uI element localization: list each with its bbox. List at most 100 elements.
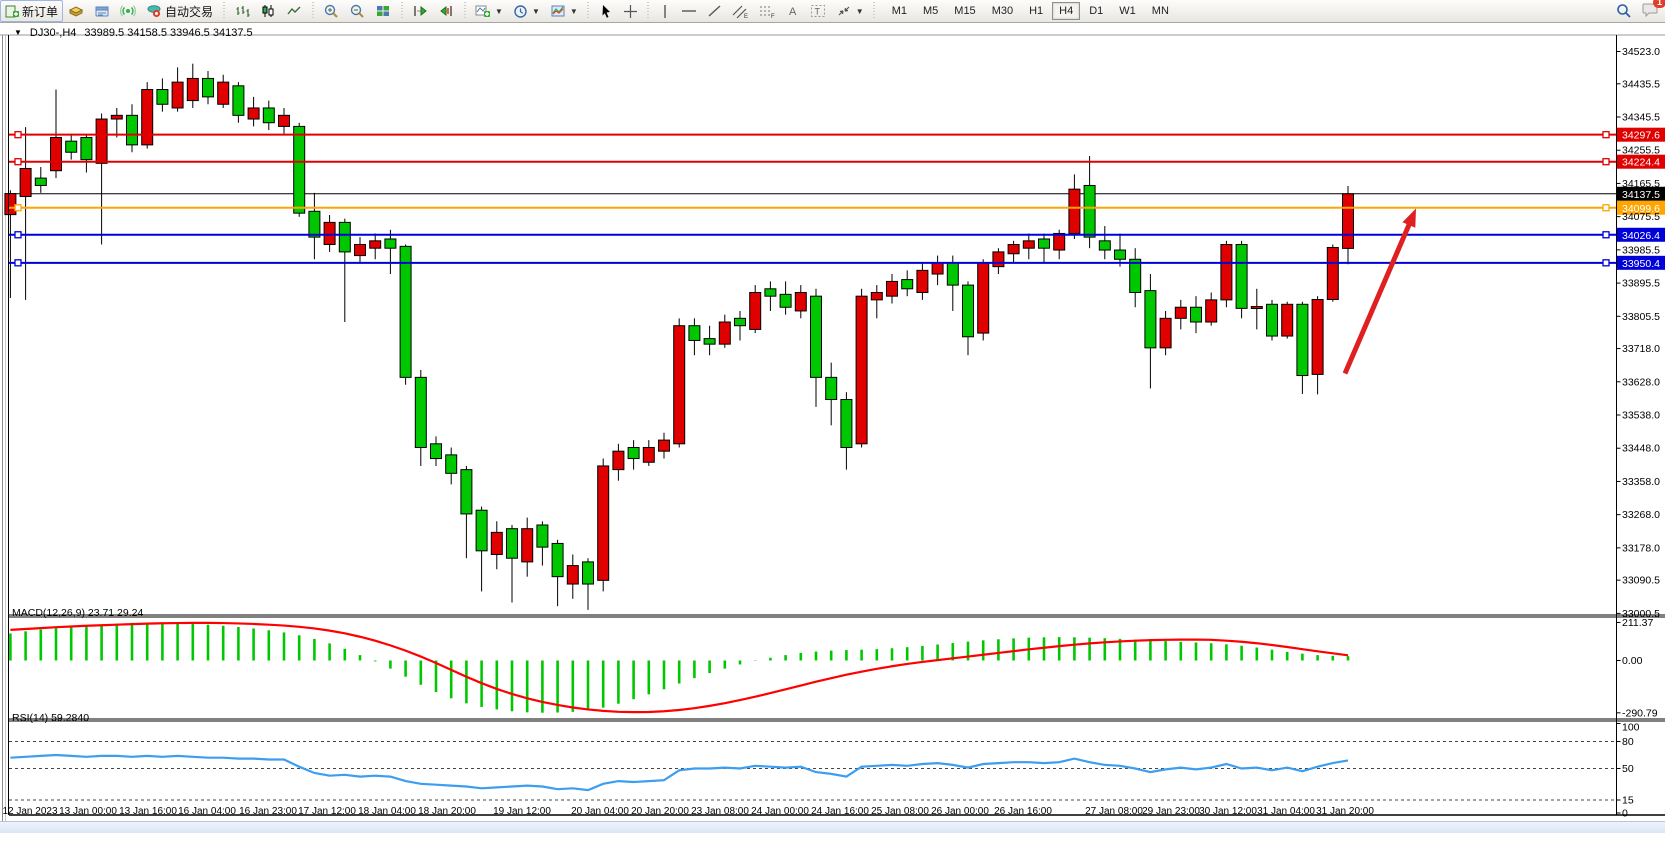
candle (187, 78, 198, 100)
tile-windows-button[interactable] (370, 0, 396, 22)
chart-symbol: DJ30-,H4 (30, 27, 76, 39)
auto-trading-icon (146, 4, 162, 18)
auto-scroll-button[interactable] (407, 0, 433, 22)
chart-shift-button[interactable] (433, 0, 459, 22)
candle (1312, 300, 1323, 375)
price-tick-label: 33358.0 (1622, 476, 1660, 488)
candle (583, 562, 594, 584)
timeframe-d1[interactable]: D1 (1082, 2, 1110, 20)
line-chart-button[interactable] (281, 0, 307, 22)
level-handle[interactable] (1603, 260, 1609, 266)
chart-dropdown-icon[interactable]: ▼ (14, 28, 22, 39)
price-tick-label: 33805.5 (1622, 311, 1660, 323)
channel-icon: E (732, 4, 749, 19)
candle (978, 263, 989, 333)
candle (887, 281, 898, 296)
time-axis-label: 20 Jan 20:00 (631, 806, 689, 817)
price-level-badge-text: 34026.4 (1622, 230, 1660, 242)
text-button[interactable]: A (781, 0, 805, 22)
zoom-in-button[interactable] (318, 0, 344, 22)
candle (1099, 241, 1110, 250)
timeframe-w1[interactable]: W1 (1112, 2, 1143, 20)
fibonacci-button[interactable]: F (754, 0, 781, 22)
level-handle[interactable] (15, 132, 21, 138)
candle (1251, 307, 1262, 309)
candle (385, 239, 396, 248)
level-handle[interactable] (15, 159, 21, 165)
timeframe-h1[interactable]: H1 (1022, 2, 1050, 20)
candle (1282, 304, 1293, 336)
notifications-button[interactable]: 1 (1642, 2, 1659, 20)
candle (1069, 189, 1080, 233)
candle (218, 82, 229, 104)
time-axis-label: 16 Jan 04:00 (178, 806, 236, 817)
chart-window[interactable]: 34297.634224.434137.534099.634026.433950… (0, 23, 1665, 821)
periods-icon (513, 4, 528, 19)
svg-text:A: A (789, 6, 797, 18)
candle (963, 285, 974, 337)
candle (309, 211, 320, 237)
indicators-button[interactable]: ▼ (470, 0, 508, 22)
crosshair-button[interactable] (618, 0, 643, 22)
level-handle[interactable] (1603, 232, 1609, 238)
trendline-button[interactable] (702, 0, 727, 22)
candle (841, 400, 852, 448)
time-axis-label: 16 Jan 23:00 (239, 806, 297, 817)
timeframe-m1[interactable]: M1 (885, 2, 914, 20)
vertical-line-button[interactable] (654, 0, 676, 22)
timeframe-m30[interactable]: M30 (985, 2, 1020, 20)
candle (522, 529, 533, 562)
candle (1115, 250, 1126, 259)
timeframe-m5[interactable]: M5 (916, 2, 945, 20)
time-axis-label: 20 Jan 04:00 (571, 806, 629, 817)
timeframe-h4[interactable]: H4 (1052, 2, 1080, 20)
price-tick-label: 34435.5 (1622, 78, 1660, 90)
candle (917, 270, 928, 292)
data-window-button[interactable] (89, 0, 115, 22)
candle (66, 141, 77, 152)
horizontal-line-button[interactable] (676, 0, 702, 22)
level-handle[interactable] (15, 232, 21, 238)
timeframe-group: M1M5M15M30H1H4D1W1MN (884, 2, 1177, 20)
cursor-button[interactable] (594, 0, 618, 22)
price-tick-label: 34345.5 (1622, 112, 1660, 124)
chart-shift-icon (438, 4, 454, 18)
new-order-button[interactable]: 新订单 (0, 0, 63, 22)
macd-tick-label: -290.79 (1622, 707, 1658, 719)
time-axis-label: 24 Jan 00:00 (751, 806, 809, 817)
signal-button[interactable] (115, 0, 141, 22)
arrows-button[interactable]: ▼ (831, 0, 869, 22)
chevron-down-icon: ▼ (856, 7, 864, 16)
time-axis-label: 26 Jan 16:00 (994, 806, 1052, 817)
templates-button[interactable]: ▼ (545, 0, 583, 22)
bar-chart-button[interactable] (229, 0, 255, 22)
level-handle[interactable] (1603, 132, 1609, 138)
candle (263, 108, 274, 123)
search-icon[interactable] (1616, 3, 1632, 19)
level-handle[interactable] (15, 205, 21, 211)
market-watch-button[interactable] (63, 0, 89, 22)
bar-chart-icon (234, 4, 250, 18)
zoom-out-button[interactable] (344, 0, 370, 22)
candle (431, 444, 442, 459)
level-handle[interactable] (15, 260, 21, 266)
candle (1206, 300, 1217, 322)
chart-ohlc: 33989.5 34158.5 33946.5 34137.5 (84, 27, 252, 39)
candle (947, 263, 958, 285)
auto-trading-label: 自动交易 (165, 3, 213, 20)
new-order-icon (5, 4, 19, 18)
text-icon: A (786, 4, 800, 18)
periods-button[interactable]: ▼ (508, 0, 545, 22)
text-label-button[interactable]: T (805, 0, 831, 22)
level-handle[interactable] (1603, 205, 1609, 211)
candlestick-chart-icon (260, 4, 276, 18)
timeframe-m15[interactable]: M15 (947, 2, 982, 20)
channel-button[interactable]: E (727, 0, 754, 22)
candlestick-chart-button[interactable] (255, 0, 281, 22)
level-handle[interactable] (1603, 159, 1609, 165)
chart-canvas[interactable]: 34297.634224.434137.534099.634026.433950… (0, 23, 1665, 855)
timeframe-mn[interactable]: MN (1145, 2, 1176, 20)
candle (324, 222, 335, 244)
candle (1145, 291, 1156, 348)
auto-trading-button[interactable]: 自动交易 (141, 0, 218, 22)
